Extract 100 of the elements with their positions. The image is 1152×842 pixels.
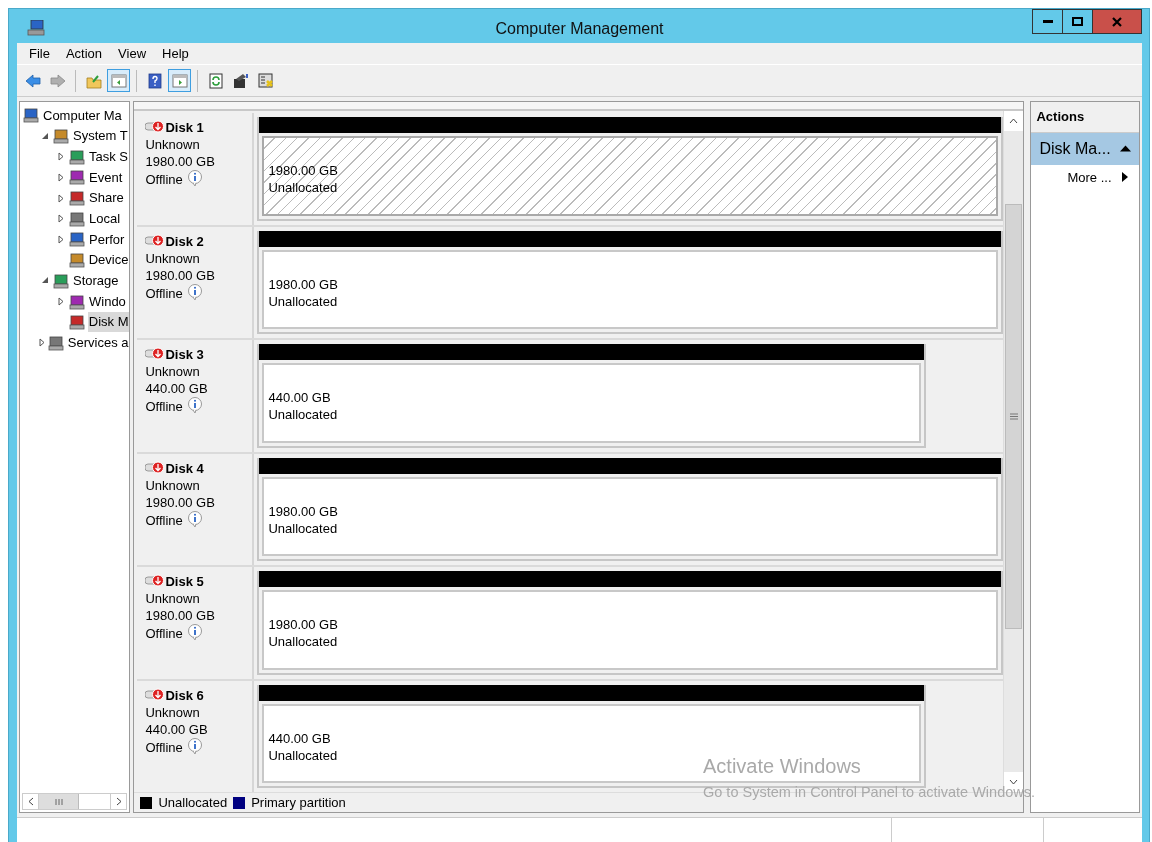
briefcase-icon — [232, 72, 249, 89]
minimize-button[interactable] — [1032, 9, 1063, 34]
maximize-button[interactable] — [1062, 9, 1093, 34]
partition-box[interactable]: 1980.00 GB Unallocated — [262, 136, 999, 216]
disk-name: Disk 3 — [165, 347, 204, 362]
tree-item[interactable]: Device — [87, 250, 130, 270]
info-icon[interactable] — [186, 285, 203, 301]
activation-title: Activate Windows — [703, 754, 861, 778]
info-icon[interactable] — [186, 739, 203, 755]
tree-item[interactable]: Share — [88, 188, 125, 208]
snap-in-icon — [23, 107, 39, 124]
info-icon[interactable] — [186, 399, 203, 414]
info-icon[interactable] — [186, 512, 203, 528]
offline-disk-icon — [145, 687, 166, 701]
disk-type: Unknown — [145, 136, 201, 153]
disk-size: 440.00 GB — [145, 380, 209, 397]
disk-status: Offline — [145, 512, 183, 528]
tree-item[interactable]: Disk M — [87, 312, 130, 332]
partition-size: 1980.00 GB — [268, 275, 339, 293]
submenu-arrow-icon — [1121, 172, 1128, 183]
disk-size: 1980.00 GB — [145, 607, 216, 624]
partition-box[interactable]: 440.00 GB Unallocated — [262, 363, 922, 443]
tree-item[interactable]: Computer Ma — [42, 105, 123, 126]
snap-in-icon — [69, 190, 85, 207]
menu-item[interactable]: View — [110, 43, 155, 64]
snap-in-icon — [69, 293, 85, 310]
forward-arrow-icon — [49, 72, 66, 89]
tree-item[interactable]: Storage — [72, 271, 120, 291]
menu-item[interactable]: Action — [57, 43, 111, 64]
disk-size: 1980.00 GB — [145, 266, 216, 284]
grip-icon[interactable] — [1010, 413, 1018, 420]
tree-item[interactable]: System T — [72, 126, 129, 146]
offline-disk-icon — [145, 233, 166, 247]
partition-status: Unallocated — [268, 179, 339, 196]
disk-name: Disk 5 — [165, 574, 204, 589]
menu-item[interactable]: Help — [154, 43, 197, 64]
partition-status: Unallocated — [268, 406, 339, 423]
offline-disk-icon — [145, 460, 166, 474]
partition-size: 1980.00 GB — [268, 616, 339, 633]
disk-name: Disk 1 — [165, 120, 204, 135]
grip-icon[interactable] — [54, 798, 63, 805]
minimize-icon — [1042, 19, 1053, 24]
menu-item[interactable]: File — [21, 43, 58, 64]
disk-name: Disk 4 — [165, 460, 204, 476]
disk-size: 1980.00 GB — [145, 493, 216, 511]
partition-box[interactable]: 1980.00 GB Unallocated — [262, 249, 999, 329]
info-icon[interactable] — [186, 172, 203, 187]
disk-status: Offline — [145, 285, 183, 301]
properties-icon — [257, 72, 274, 89]
snap-in-icon — [69, 148, 85, 165]
back-arrow-icon — [24, 72, 41, 89]
disk-name: Disk 2 — [165, 233, 204, 249]
info-icon[interactable] — [186, 626, 203, 641]
computer-icon — [27, 17, 45, 37]
snap-in-icon — [69, 231, 85, 248]
disk-name: Disk 6 — [165, 687, 204, 703]
tree-item[interactable]: Task S — [88, 146, 129, 167]
legend-label: Primary partition — [251, 793, 346, 812]
pane-icon — [110, 72, 127, 89]
tree-item[interactable]: Perfor — [88, 229, 126, 250]
disk-size: 440.00 GB — [145, 720, 209, 738]
action-section-header[interactable]: Disk Ma... — [1031, 132, 1139, 165]
partition-status: Unallocated — [268, 633, 339, 650]
disk-status: Offline — [145, 399, 183, 414]
partition-status: Unallocated — [268, 292, 339, 310]
tree-item[interactable]: Services a — [66, 333, 130, 353]
disk-status: Offline — [145, 739, 183, 755]
partition-size: 1980.00 GB — [268, 162, 339, 179]
partition-status: Unallocated — [268, 746, 339, 764]
horizontal-scrollbar[interactable] — [22, 793, 128, 810]
disk-type: Unknown — [145, 703, 201, 721]
close-icon — [1112, 16, 1122, 27]
disk-size: 1980.00 GB — [145, 153, 216, 170]
disk-type: Unknown — [145, 590, 201, 607]
partition-size: 440.00 GB — [268, 729, 332, 747]
snap-in-icon — [69, 210, 85, 227]
partition-size: 1980.00 GB — [268, 502, 339, 520]
offline-disk-icon — [145, 347, 166, 360]
tree-item[interactable]: Event — [88, 167, 124, 188]
disk-type: Unknown — [145, 363, 201, 380]
partition-box[interactable]: 1980.00 GB Unallocated — [262, 590, 999, 670]
partition-box[interactable]: 1980.00 GB Unallocated — [262, 476, 999, 556]
maximize-icon — [1072, 17, 1083, 26]
legend-label: Unallocated — [158, 793, 228, 812]
disk-type: Unknown — [145, 476, 201, 494]
collapse-arrow-icon — [1120, 145, 1131, 152]
offline-disk-icon — [145, 574, 166, 587]
offline-disk-icon — [145, 120, 166, 133]
tree-item[interactable]: Windo — [88, 291, 127, 312]
help-icon — [146, 72, 163, 89]
collapsed-arrow-icon[interactable] — [39, 336, 46, 349]
tree-item[interactable]: Local — [88, 209, 122, 229]
close-button[interactable] — [1092, 9, 1142, 34]
window-title: Computer Management — [495, 19, 664, 39]
partition-status: Unallocated — [268, 519, 339, 537]
snap-in-icon — [68, 252, 85, 269]
snap-in-icon — [69, 169, 85, 186]
disk-status: Offline — [145, 172, 183, 187]
more-actions-item[interactable]: More ... — [1031, 164, 1139, 190]
disk-status: Offline — [145, 626, 183, 641]
